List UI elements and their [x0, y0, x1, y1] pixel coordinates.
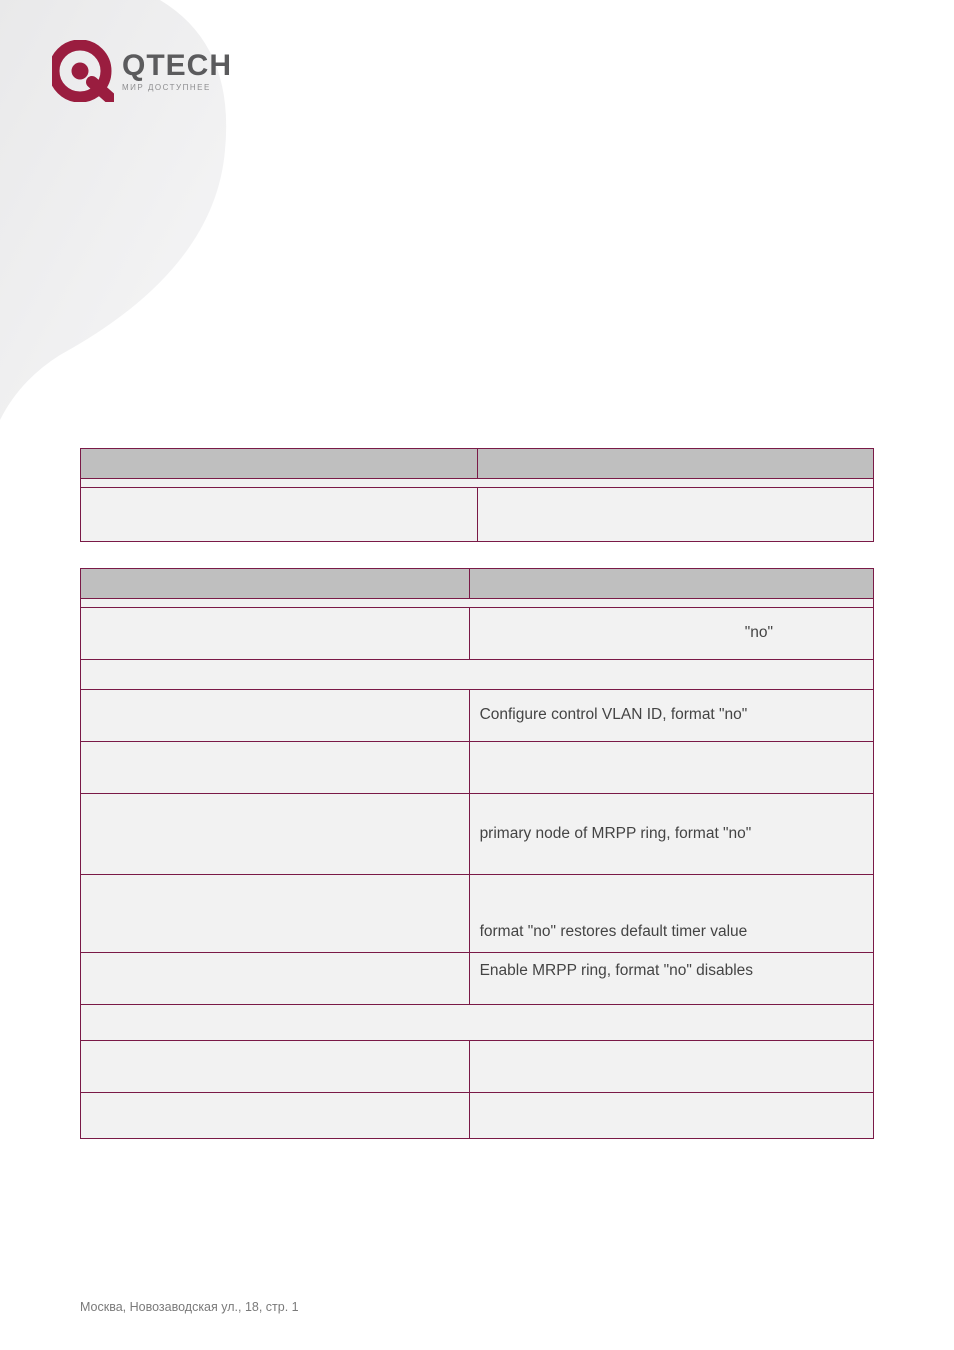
table2-rowb3-desc-text: format "no" restores default timer value [480, 923, 748, 940]
table2-rowb4-desc-text: Enable MRPP ring, format "no" disables [480, 962, 754, 979]
table1-header-col2 [477, 449, 874, 479]
background-swoosh [0, 0, 260, 420]
table1-header-col1 [81, 449, 478, 479]
brand-tagline: МИР ДОСТУПНЕЕ [122, 84, 232, 92]
table2-span-b [81, 660, 874, 690]
table2-header-col1 [81, 569, 470, 599]
table2-rowb3-cmd [81, 875, 470, 953]
table2-rowc0-cmd [81, 1041, 470, 1093]
table2-rowb2-cmd [81, 794, 470, 875]
table2-rowb1-desc [469, 742, 873, 794]
table2-rowb0-desc: Configure control VLAN ID, format "no" [469, 690, 873, 742]
brand-logomark [52, 40, 114, 102]
config-table-1 [80, 448, 874, 542]
table2-rowb2-desc: primary node of MRPP ring, format "no" [469, 794, 873, 875]
brand-name: QTECH [122, 51, 232, 81]
table2-rowc0-desc [469, 1041, 873, 1093]
table2-header-col2 [469, 569, 873, 599]
table2-rowb0-desc-text: Configure control VLAN ID, format "no" [480, 706, 748, 723]
table2-rowb4-cmd [81, 953, 470, 1005]
table2-rowb2-desc-text: primary node of MRPP ring, format "no" [480, 825, 752, 842]
table1-row-desc [477, 488, 874, 542]
page-footer-address: Москва, Новозаводская ул., 18, стр. 1 [80, 1300, 299, 1314]
table2-rowb1-cmd [81, 742, 470, 794]
table2-rowa-desc: . "no" . [469, 608, 873, 660]
table2-span-c [81, 1005, 874, 1041]
page-content: . "no" . Configure control VLAN ID, form… [80, 448, 874, 1165]
table1-span-row [81, 479, 874, 488]
table2-rowb0-cmd [81, 690, 470, 742]
table1-row-cmd [81, 488, 478, 542]
table2-rowb3-desc: format "no" restores default timer value [469, 875, 873, 953]
table2-rowc1-cmd [81, 1093, 470, 1139]
table2-span-a [81, 599, 874, 608]
table2-rowa-cmd [81, 608, 470, 660]
table2-rowa-desc-text: "no" [745, 624, 773, 641]
config-table-2: . "no" . Configure control VLAN ID, form… [80, 568, 874, 1139]
table2-rowb4-desc: Enable MRPP ring, format "no" disables [469, 953, 873, 1005]
brand-logo: QTECH МИР ДОСТУПНЕЕ [52, 40, 232, 102]
table2-rowc1-desc [469, 1093, 873, 1139]
